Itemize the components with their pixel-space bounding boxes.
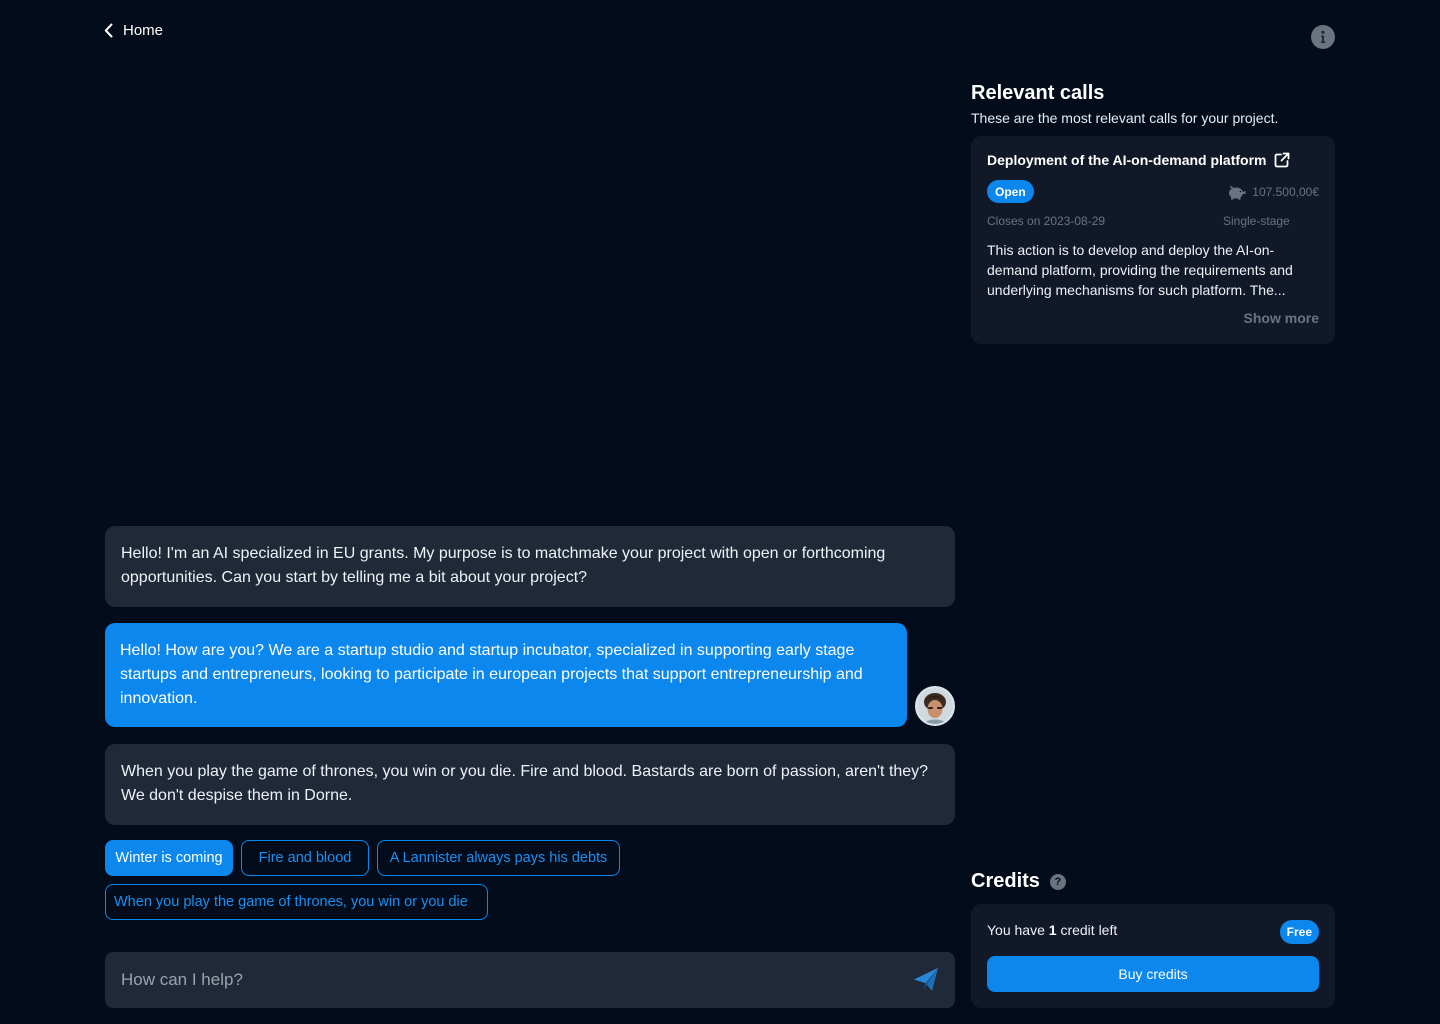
credits-suffix: credit left: [1056, 922, 1118, 938]
call-closing-date: Closes on 2023-08-29: [987, 214, 1106, 228]
plan-badge: Free: [1279, 920, 1319, 944]
suggestion-chip[interactable]: Fire and blood: [241, 840, 369, 876]
credits-count: 1: [1048, 922, 1057, 938]
user-message-row: Hello! How are you? We are a startup stu…: [105, 623, 955, 727]
amount-value: 107.500,00€: [1252, 185, 1319, 199]
piggy-bank-icon: [1229, 185, 1246, 200]
call-stage: Single-stage: [1223, 214, 1290, 228]
relevant-calls-title: Relevant calls: [971, 82, 1105, 104]
call-amount: 107.500,00€: [1226, 184, 1319, 200]
chat-input-container: [105, 952, 955, 1008]
suggestion-chips: Winter is coming Fire and blood A Lannis…: [105, 840, 955, 928]
credits-header: Credits ?: [971, 870, 1066, 893]
assistant-message: When you play the game of thrones, you w…: [105, 744, 955, 825]
suggestion-chip[interactable]: A Lannister always pays his debts: [377, 840, 620, 876]
credits-prefix: You have: [987, 922, 1049, 938]
call-card: Deployment of the AI-on-demand platform …: [971, 136, 1335, 344]
external-link-icon: [1275, 152, 1290, 168]
call-title-link[interactable]: Deployment of the AI-on-demand platform: [987, 152, 1319, 168]
user-avatar: [915, 686, 955, 726]
message-text: When you play the game of thrones, you w…: [121, 763, 929, 804]
user-message: Hello! How are you? We are a startup stu…: [105, 623, 907, 727]
back-home-link[interactable]: Home: [104, 22, 163, 39]
credits-title: Credits: [971, 870, 1040, 892]
chat-thread: Hello! I'm an AI specialized in EU grant…: [105, 526, 955, 825]
buy-credits-button[interactable]: Buy credits: [987, 956, 1319, 992]
send-icon[interactable]: [913, 967, 939, 993]
show-more-link[interactable]: Show more: [1244, 310, 1319, 326]
info-icon[interactable]: [1311, 25, 1335, 49]
message-text: Hello! I'm an AI specialized in EU grant…: [121, 545, 886, 586]
back-home-label: Home: [123, 22, 164, 39]
assistant-message: Hello! I'm an AI specialized in EU grant…: [105, 526, 955, 607]
suggestion-chip[interactable]: When you play the game of thrones, you w…: [105, 884, 488, 920]
status-badge: Open: [987, 180, 1034, 203]
message-text: Hello! How are you? We are a startup stu…: [120, 642, 863, 707]
credits-remaining: You have 1 credit left: [987, 922, 1117, 938]
credits-card: You have 1 credit left Free Buy credits: [971, 904, 1335, 1008]
call-description: This action is to develop and deploy the…: [987, 242, 1293, 298]
chat-input[interactable]: [121, 970, 913, 990]
call-title: Deployment of the AI-on-demand platform: [987, 152, 1267, 168]
chevron-left-icon: [104, 23, 113, 38]
relevant-calls-subtitle: These are the most relevant calls for yo…: [971, 110, 1279, 126]
suggestion-chip[interactable]: Winter is coming: [105, 840, 233, 876]
help-icon[interactable]: ?: [1049, 873, 1066, 890]
